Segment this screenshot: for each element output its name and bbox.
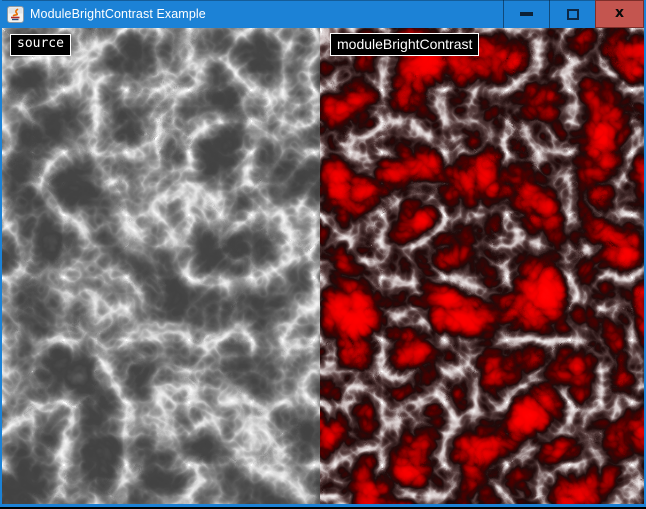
java-app-icon[interactable] [7, 6, 24, 23]
maximize-icon [567, 9, 579, 20]
close-icon: x [615, 6, 624, 20]
minimize-button[interactable] [503, 0, 549, 28]
source-label: source [10, 34, 71, 56]
window-title: ModuleBrightContrast Example [30, 7, 206, 21]
processed-label: moduleBrightContrast [330, 33, 479, 56]
titlebar[interactable]: ModuleBrightContrast Example x [2, 0, 644, 28]
source-texture-image [2, 28, 320, 504]
close-button[interactable]: x [595, 0, 644, 28]
app-window: ModuleBrightContrast Example x [0, 0, 646, 507]
maximize-button[interactable] [549, 0, 595, 28]
source-image-panel: source [2, 28, 320, 504]
processed-image-panel: moduleBrightContrast [320, 28, 644, 504]
window-controls: x [503, 0, 644, 28]
processed-texture-image [320, 28, 644, 504]
content-area: source moduleBrightCont [2, 28, 644, 504]
minimize-icon [520, 12, 533, 16]
java-coffee-cup-icon [7, 6, 24, 23]
